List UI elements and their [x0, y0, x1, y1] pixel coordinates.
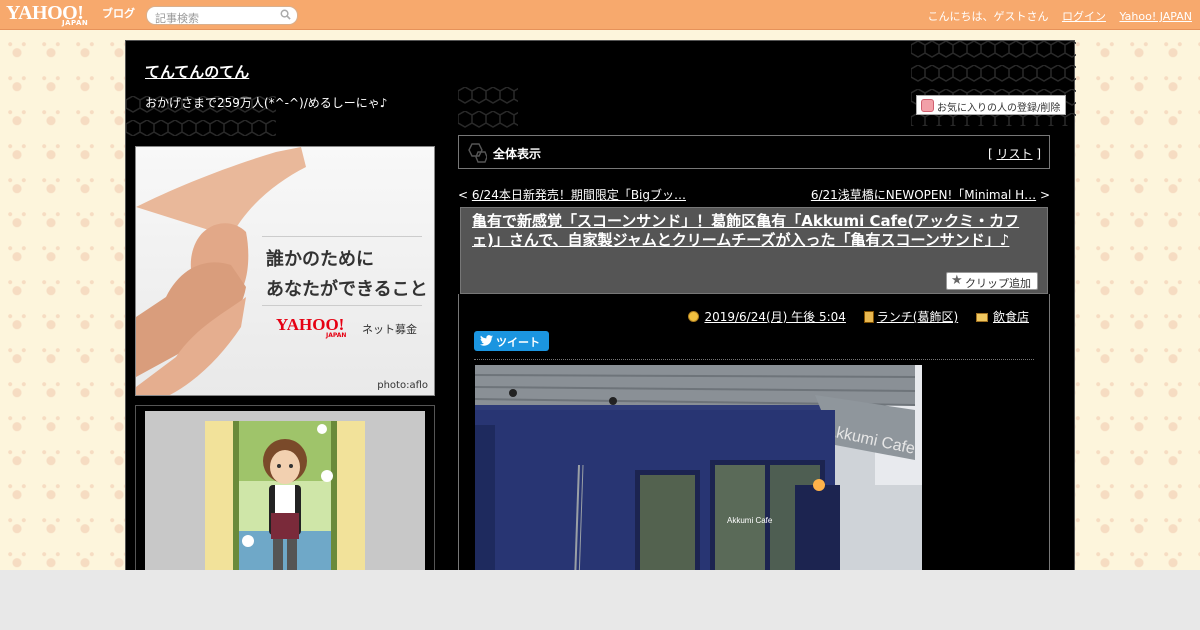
tweet-button[interactable]: ツイート [474, 331, 549, 351]
entry-category-link[interactable]: ランチ(葛飾区) [877, 310, 958, 324]
book-icon [863, 311, 874, 323]
yahoo-japan-link[interactable]: Yahoo! JAPAN [1119, 10, 1192, 23]
blog-description: おかげさまで259万人(*^-^)/めるしーにゃ♪ [145, 96, 388, 110]
entry-header: 亀有で新感覚「スコーンサンド」！葛飾区亀有「Akkumi Cafe(アックミ・カ… [460, 207, 1048, 294]
divider [474, 359, 1034, 360]
avatar-image [233, 421, 337, 582]
all-view-label: 全体表示 [493, 147, 542, 161]
ad-headline-1: 誰かのために [266, 249, 374, 270]
avatar-widget [135, 405, 435, 582]
login-link[interactable]: ログイン [1062, 10, 1106, 23]
list-link-wrapper: [ リスト ] [987, 147, 1041, 161]
entry-photo[interactable]: Akkumi Cafe Akkumi Cafe [475, 365, 922, 581]
avatar-background [145, 411, 425, 582]
hex-icon [468, 143, 487, 163]
top-nav: こんにちは、ゲストさん ログイン Yahoo! JAPAN [917, 8, 1192, 24]
prev-entry-link[interactable]: 6/24本日新発売！期間限定「Bigブッ… [472, 188, 686, 202]
clip-button-label: クリップ追加 [965, 277, 1031, 290]
tweet-label: ツイート [496, 336, 540, 349]
holding-hands-image [136, 147, 306, 395]
entry-title-link[interactable]: 亀有で新感覚「スコーンサンド」！葛飾区亀有「Akkumi Cafe(アックミ・カ… [472, 212, 1032, 250]
twitter-bird-icon [480, 335, 493, 346]
clip-add-button[interactable]: ★ クリップ追加 [946, 272, 1038, 290]
top-bar: YAHOO! ブログ JAPAN 記事検索 こんにちは、ゲストさん ログイン Y… [0, 0, 1200, 30]
logo-sub: JAPAN [62, 19, 89, 27]
greeting-text: こんにちは、ゲストさん [927, 10, 1049, 23]
ad-photo-credit: photo:aflo [377, 380, 428, 391]
cafe-storefront-photo: Akkumi Cafe Akkumi Cafe [475, 365, 922, 581]
page-bottom-bar [0, 570, 1200, 630]
ad-service-name: ネット募金 [362, 323, 417, 336]
star-icon: ★ [951, 273, 963, 288]
hex-decoration-mid [458, 87, 518, 135]
list-link[interactable]: リスト [996, 147, 1032, 161]
search-icon[interactable] [280, 9, 291, 20]
prev-entry-nav: < 6/24本日新発売！期間限定「Bigブッ… [458, 188, 687, 202]
entry-folder-link[interactable]: 飲食店 [993, 310, 1029, 324]
clock-icon [688, 311, 700, 322]
door-sign-text: Akkumi Cafe [727, 516, 773, 525]
folder-icon [975, 313, 988, 322]
search-input[interactable]: 記事検索 [146, 6, 298, 25]
charity-ad-banner[interactable]: 誰かのために あなたができること YAHOO! JAPAN ネット募金 phot… [135, 146, 435, 396]
blog-container: てんてんのてん おかげさまで259万人(*^-^)/めるしーにゃ♪ 誰かのために… [125, 40, 1076, 582]
next-entry-nav: 6/21浅草橋にNEWOPEN!「Minimal H… > [810, 188, 1050, 202]
favorite-icon [921, 99, 934, 112]
ad-divider [262, 236, 422, 237]
entry-date-link[interactable]: 2019/6/24(月) 午後 5:04 [704, 310, 845, 324]
logo-service: ブログ [102, 7, 135, 20]
ad-yahoo-logo-sub: JAPAN [326, 332, 347, 339]
entry-category: ランチ(葛飾区) [863, 308, 958, 325]
yahoo-blog-logo[interactable]: YAHOO! ブログ JAPAN [6, 2, 141, 28]
ad-divider [262, 305, 422, 306]
entry-body: 2019/6/24(月) 午後 5:04 ランチ(葛飾区) 飲食店 ツイート A… [458, 294, 1050, 581]
favorite-button-label: お気に入りの人の登録/削除 [937, 103, 1061, 114]
favorite-register-button[interactable]: お気に入りの人の登録/削除 [916, 95, 1066, 115]
ad-headline-2: あなたができること [266, 279, 428, 300]
all-view-bar: 全体表示 [ リスト ] [458, 135, 1050, 169]
entry-meta: 2019/6/24(月) 午後 5:04 ランチ(葛飾区) 飲食店 [674, 308, 1029, 325]
entry-date: 2019/6/24(月) 午後 5:04 [688, 308, 846, 325]
next-entry-link[interactable]: 6/21浅草橋にNEWOPEN!「Minimal H… [811, 188, 1036, 202]
avatar-frame[interactable] [205, 421, 365, 582]
blog-title-link[interactable]: てんてんのてん [145, 61, 249, 82]
entry-folder: 飲食店 [975, 308, 1029, 325]
